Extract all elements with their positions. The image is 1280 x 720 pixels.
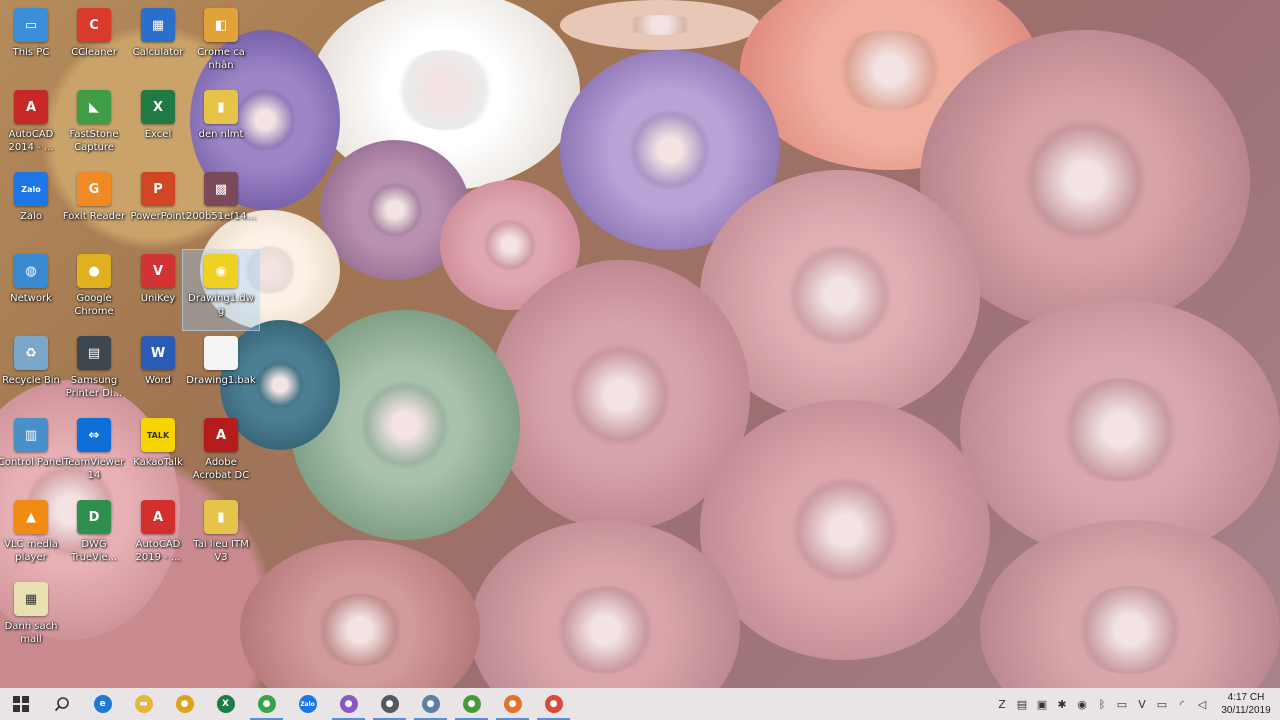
dwg-file-icon: ◉ — [204, 254, 238, 288]
unikey-icon: V — [141, 254, 175, 288]
desktop-shortcut-label: Drawing1.dw g — [188, 293, 254, 317]
desktop-shortcut[interactable]: A Adobe Acrobat DC — [183, 414, 259, 494]
word-icon: W — [141, 336, 175, 370]
start-button[interactable] — [0, 688, 41, 720]
dusty-rose-large-5 — [700, 400, 990, 660]
teamviewer-icon: ⇔ — [77, 418, 111, 452]
zalo-icon: Zalo — [14, 172, 48, 206]
bluetooth-icon[interactable]: ᛒ — [1092, 688, 1112, 720]
zalo-tray-icon[interactable]: Z — [992, 688, 1012, 720]
desktop-shortcut[interactable]: ◧ Crome ca nhân — [183, 4, 259, 84]
search-icon — [54, 697, 69, 712]
battery-icon[interactable]: ▭ — [1152, 688, 1172, 720]
control-panel-icon: ▥ — [14, 418, 48, 452]
tray-icons: Z ▤ ▣ ✱ ◉ ᛒ ▭ V ▭ ◜ ◁ — [992, 688, 1212, 720]
powerpoint-icon: P — [141, 172, 175, 206]
taskbar-app-button[interactable]: ● — [533, 688, 574, 720]
folder-zip-icon: ▮ — [204, 90, 238, 124]
vlc-icon: ▲ — [14, 500, 48, 534]
taskbar-app-button[interactable]: ● — [410, 688, 451, 720]
chrome-profile-1-icon: ● — [257, 695, 276, 713]
recycle-bin-icon: ♻ — [14, 336, 48, 370]
clock[interactable]: 4:17 CH 30/11/2019 — [1212, 691, 1280, 717]
foxit-reader-icon: G — [77, 172, 111, 206]
autocad-2019-icon: A — [141, 500, 175, 534]
ccleaner-icon: C — [77, 8, 111, 42]
chrome-icon: ● — [175, 695, 194, 713]
desktop-shortcut[interactable]: ▦ Danh sach mail — [0, 578, 69, 658]
taskbar-app-button[interactable]: ● — [492, 688, 533, 720]
taskbar-app-button[interactable]: ● — [164, 688, 205, 720]
pink-satin-flower — [240, 540, 480, 688]
windows-start-icon — [12, 696, 29, 712]
blank-file-icon — [204, 336, 238, 370]
dusty-rose-large-6 — [470, 520, 740, 688]
system-tray: Z ▤ ▣ ✱ ◉ ᛒ ▭ V ▭ ◜ ◁ 4:17 CH 30/11/2019 — [992, 688, 1280, 720]
dusty-rose-large-7 — [980, 520, 1280, 688]
network-icon: ◍ — [14, 254, 48, 288]
file-explorer-icon: ▬ — [134, 695, 153, 713]
edge-icon: e — [93, 695, 112, 713]
autocad-2014-icon: A — [14, 90, 48, 124]
clock-date: 30/11/2019 — [1221, 705, 1271, 716]
chrome-profile-3-icon: ● — [380, 695, 399, 713]
taskbar-app-button[interactable]: ● — [369, 688, 410, 720]
chrome-profile-4-icon: ● — [421, 695, 440, 713]
excel-taskbar-icon: X — [216, 695, 235, 713]
display-tray-icon[interactable]: ▣ — [1032, 688, 1052, 720]
kakaotalk-icon: TALK — [141, 418, 175, 452]
taskbar-pinned-apps: e ▬ ● X ● Zalo ● ● ● ● ● ● — [82, 688, 574, 720]
printer-tray-icon[interactable]: ▤ — [1012, 688, 1032, 720]
taskbar-app-button[interactable]: X — [205, 688, 246, 720]
desktop-shortcut[interactable]: ◉ Drawing1.dw g — [182, 249, 260, 331]
desktop-shortcut[interactable]: ▮ Tai lieu ITM V3 — [183, 496, 259, 576]
desktop-shortcut-label: Danh sach mail — [4, 621, 58, 645]
desktop-shortcut-label: den nlmt — [198, 129, 244, 140]
chat-tray-icon[interactable]: ◉ — [1072, 688, 1092, 720]
bluetooth-settings-tray-icon[interactable]: ✱ — [1052, 688, 1072, 720]
desktop-shortcut-label: Tai lieu ITM V3 — [193, 539, 249, 563]
dwg-trueview-icon: D — [77, 500, 111, 534]
desktop-shortcut[interactable]: ▩ 200b51ef14... — [183, 168, 259, 248]
zalo-taskbar-icon: Zalo — [298, 695, 317, 713]
taskbar: e ▬ ● X ● Zalo ● ● ● ● ● ● Z ▤ ▣ ✱ ◉ ᛒ ▭ V ▭ ◜ ◁ 4:17 CH 30/1… — [0, 688, 1280, 720]
google-chrome-icon: ● — [77, 254, 111, 288]
calculator-icon: ▦ — [141, 8, 175, 42]
taskbar-app-button[interactable]: ▬ — [123, 688, 164, 720]
excel-file-icon: ▦ — [14, 582, 48, 616]
adobe-acrobat-icon: A — [204, 418, 238, 452]
chrome-profile-7-icon: ● — [544, 695, 563, 713]
taskbar-app-button[interactable]: ● — [451, 688, 492, 720]
excel-icon: X — [141, 90, 175, 124]
wifi-icon[interactable]: ◜ — [1172, 688, 1192, 720]
folder-doc-icon: ▮ — [204, 500, 238, 534]
taskbar-app-button[interactable]: ● — [246, 688, 287, 720]
chrome-profile-2-icon: ● — [339, 695, 358, 713]
chrome-shortcut-icon: ◧ — [204, 8, 238, 42]
taskbar-app-button[interactable]: Zalo — [287, 688, 328, 720]
desktop-shortcut-label: 200b51ef14... — [185, 211, 257, 222]
chrome-profile-6-icon: ● — [503, 695, 522, 713]
desktop-shortcut-label: Drawing1.bak — [186, 375, 256, 386]
keyboard-tray-icon[interactable]: ▭ — [1112, 688, 1132, 720]
clock-time: 4:17 CH — [1227, 692, 1265, 703]
unikey-tray-icon[interactable]: V — [1132, 688, 1152, 720]
desktop-shortcut[interactable]: ▮ den nlmt — [183, 86, 259, 166]
search-button[interactable] — [41, 688, 82, 720]
samsung-printer-icon: ▤ — [77, 336, 111, 370]
this-pc-icon: ▭ — [14, 8, 48, 42]
desktop-shortcut[interactable]: Drawing1.bak — [183, 332, 259, 412]
volume-icon[interactable]: ◁ — [1192, 688, 1212, 720]
image-file-icon: ▩ — [204, 172, 238, 206]
taskbar-app-button[interactable]: e — [82, 688, 123, 720]
faststone-capture-icon: ◣ — [77, 90, 111, 124]
taskbar-app-button[interactable]: ● — [328, 688, 369, 720]
desktop-shortcut-label: Adobe Acrobat DC — [192, 457, 250, 481]
desktop-shortcut-label: Crome ca nhân — [197, 47, 245, 71]
peach-flower — [560, 0, 760, 50]
chrome-profile-5-icon: ● — [462, 695, 481, 713]
